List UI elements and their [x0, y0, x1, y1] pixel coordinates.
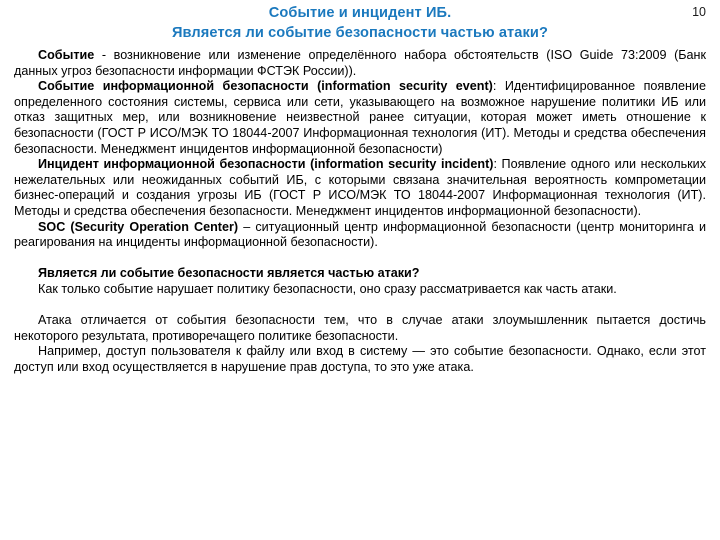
title-line-1: Событие и инцидент ИБ. [268, 5, 452, 21]
paragraph-security-event: Событие информационной безопасности (inf… [14, 79, 706, 157]
section-spacer-1 [14, 251, 706, 267]
slide-body: Событие - возникновение или изменение оп… [14, 48, 706, 375]
section-spacer-2 [14, 298, 706, 314]
paragraph-event-text: - возникновение или изменение определённ… [14, 48, 706, 78]
question-heading: Является ли событие безопасности являетс… [14, 266, 706, 282]
paragraph-event: Событие - возникновение или изменение оп… [14, 48, 706, 79]
paragraph-security-incident-term: Инцидент информационной безопасности (in… [38, 157, 494, 172]
question-heading-text: Является ли событие безопасности являетс… [38, 266, 420, 281]
closing-paragraph-example: Например, доступ пользователя к файлу ил… [14, 344, 706, 374]
page-number: 10 [692, 5, 706, 19]
title-line-2: Является ли событие безопасности частью … [171, 24, 549, 41]
paragraph-event-term: Событие [38, 48, 95, 62]
slide: 10 Событие и инцидент ИБ. Является ли со… [0, 0, 720, 540]
paragraph-security-incident: Инцидент информационной безопасности (in… [14, 157, 706, 219]
paragraph-soc-term: SOC (Security Operation Center) [38, 219, 239, 234]
paragraph-soc: SOC (Security Operation Center) – ситуац… [14, 220, 706, 251]
paragraph-security-event-term: Событие информационной безопасности (inf… [38, 79, 493, 94]
question-answer: Как только событие нарушает политику без… [38, 281, 617, 296]
closing-paragraph-attack-difference: Атака отличается от события безопасности… [14, 313, 706, 343]
slide-title: Событие и инцидент ИБ. Является ли событ… [0, 0, 720, 43]
